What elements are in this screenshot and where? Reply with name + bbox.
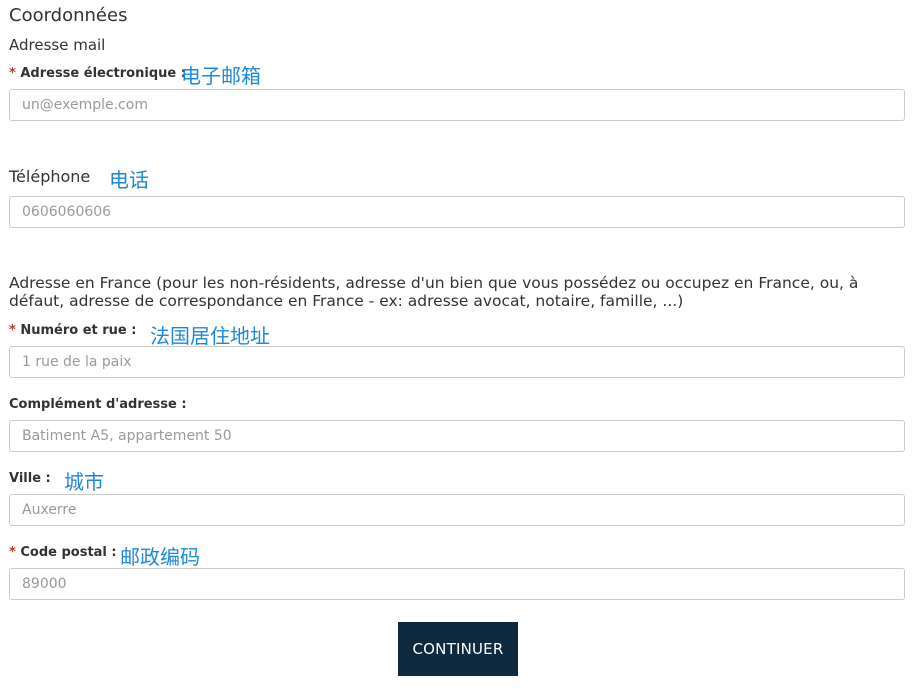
email-label: * Adresse électronique : (9, 66, 186, 81)
email-input[interactable] (9, 89, 905, 121)
phone-label: Téléphone (9, 167, 91, 186)
city-annotation: 城市 (64, 470, 104, 494)
phone-annotation: 电话 (109, 168, 149, 192)
address-complement-input[interactable] (9, 420, 905, 452)
postal-code-annotation: 邮政编码 (120, 545, 200, 569)
street-input[interactable] (9, 346, 905, 378)
street-label-text: Numéro et rue : (20, 323, 137, 338)
street-label: * Numéro et rue : (9, 323, 136, 338)
postal-code-label-text: Code postal : (20, 545, 117, 560)
email-label-text: Adresse électronique : (20, 66, 186, 81)
contact-details-form: Coordonnées Adresse mail * Adresse élect… (0, 0, 915, 689)
required-mark: * (9, 66, 16, 81)
required-mark: * (9, 323, 16, 338)
required-mark: * (9, 545, 16, 560)
city-input[interactable] (9, 494, 905, 526)
postal-code-input[interactable] (9, 568, 905, 600)
city-label: Ville : (9, 471, 51, 486)
email-annotation: 电子邮箱 (181, 64, 261, 88)
phone-input[interactable] (9, 196, 905, 228)
postal-code-label: * Code postal : (9, 545, 117, 560)
complement-label: Complément d'adresse : (9, 397, 187, 412)
continue-button[interactable]: CONTINUER (398, 622, 518, 676)
france-address-description: Adresse en France (pour les non-résident… (9, 274, 859, 310)
street-annotation: 法国居住地址 (150, 324, 270, 348)
email-section-subtitle: Adresse mail (9, 36, 106, 54)
section-title: Coordonnées (9, 5, 128, 26)
